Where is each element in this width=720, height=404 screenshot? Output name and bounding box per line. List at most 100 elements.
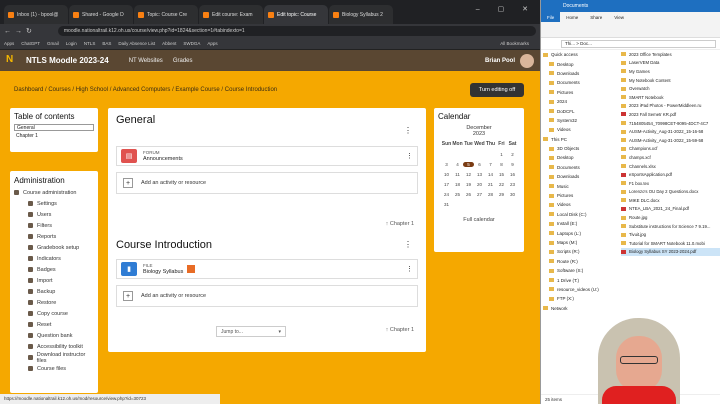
calendar-day[interactable]: 30 bbox=[507, 192, 518, 197]
calendar-day[interactable]: 14 bbox=[485, 172, 496, 177]
explorer-nav-item[interactable]: Software (S:) bbox=[541, 266, 619, 275]
bookmark-item[interactable]: BAS bbox=[102, 41, 111, 46]
explorer-nav-item[interactable]: 3D Objects bbox=[541, 144, 619, 153]
calendar-day[interactable]: 4 bbox=[452, 162, 463, 167]
calendar-day[interactable]: 20 bbox=[474, 182, 485, 187]
explorer-nav-item[interactable]: Install (E:) bbox=[541, 219, 619, 228]
explorer-file-item[interactable]: Route.jpg bbox=[621, 213, 720, 222]
admin-item[interactable]: Gradebook setup bbox=[14, 242, 94, 253]
admin-item[interactable]: Accessibility toolkit bbox=[14, 341, 94, 352]
calendar-day[interactable]: 31 bbox=[441, 202, 452, 207]
explorer-nav-item[interactable]: Downloads bbox=[541, 69, 619, 78]
explorer-file-item[interactable]: 2023 Office Templates bbox=[621, 50, 720, 59]
explorer-nav-item[interactable]: Downloads bbox=[541, 172, 619, 181]
calendar-day[interactable]: 17 bbox=[441, 182, 452, 187]
toc-item-chapter[interactable]: Chapter 1 bbox=[14, 133, 94, 139]
explorer-file-item[interactable]: Tivuit.jpg bbox=[621, 230, 720, 239]
explorer-nav-item[interactable]: 2024 bbox=[541, 97, 619, 106]
admin-item[interactable]: Users bbox=[14, 209, 94, 220]
site-logo-icon[interactable]: N bbox=[6, 54, 22, 68]
browser-tab[interactable]: Inbox (1) - bpool@ bbox=[4, 5, 68, 24]
calendar-day[interactable]: 10 bbox=[441, 172, 452, 177]
calendar-day[interactable]: 27 bbox=[474, 192, 485, 197]
explorer-nav-item[interactable]: Desktop bbox=[541, 59, 619, 68]
bookmark-item[interactable]: Apps bbox=[207, 41, 217, 46]
admin-item[interactable]: Course administration bbox=[14, 187, 94, 198]
calendar-day[interactable]: 23 bbox=[507, 182, 518, 187]
explorer-file-item[interactable]: MIKE DLC.docx bbox=[621, 196, 720, 205]
section-title-general[interactable]: General bbox=[116, 114, 418, 126]
explorer-nav-item[interactable]: resource_videos (U:) bbox=[541, 285, 619, 294]
admin-item[interactable]: Badges bbox=[14, 264, 94, 275]
menu-nt-websites[interactable]: NT Websites bbox=[129, 58, 163, 64]
calendar-day[interactable]: 9 bbox=[507, 162, 518, 167]
bookmark-item[interactable]: NTLS bbox=[84, 41, 96, 46]
section-title-course-introduction[interactable]: Course Introduction bbox=[116, 239, 212, 251]
explorer-file-item[interactable]: eSportsApplication.pdf bbox=[621, 170, 720, 179]
bookmark-item[interactable]: ChatGPT bbox=[21, 41, 40, 46]
all-bookmarks[interactable]: All Bookmarks bbox=[500, 41, 529, 46]
section-menu-icon[interactable]: ⋮ bbox=[404, 240, 412, 249]
explorer-file-item[interactable]: Biology Syllabus SY 2023-2024.pdf bbox=[621, 247, 720, 257]
tab-file[interactable]: File bbox=[541, 12, 561, 22]
full-calendar-link[interactable]: Full calendar bbox=[438, 217, 520, 223]
explorer-file-item[interactable]: Substitute instructions for Science 7 9.… bbox=[621, 222, 720, 231]
explorer-nav-item[interactable]: Local Disk (C:) bbox=[541, 210, 619, 219]
activity-menu-icon[interactable]: ⋮ bbox=[406, 265, 413, 273]
next-chapter-link[interactable]: ↑ Chapter 1 bbox=[386, 327, 414, 333]
explorer-nav-item[interactable]: Pictures bbox=[541, 191, 619, 200]
user-menu[interactable]: Brian Pool bbox=[485, 53, 534, 68]
bookmark-item[interactable]: SWDGA bbox=[183, 41, 200, 46]
admin-item[interactable]: Import bbox=[14, 275, 94, 286]
explorer-file-item[interactable]: AUSM-Activity_Aug-31-2022_15-59-58 bbox=[621, 136, 720, 145]
toc-item-general[interactable]: General bbox=[14, 124, 94, 131]
forward-arrow-icon[interactable]: → bbox=[15, 28, 22, 35]
add-activity-button[interactable]: + Add an activity or resource bbox=[116, 172, 418, 194]
bookmark-item[interactable]: Login bbox=[66, 41, 77, 46]
explorer-file-item[interactable]: AUSM-Activity_Aug-31-2022_15-16-58 bbox=[621, 127, 720, 136]
explorer-file-item[interactable]: LaserVEM Data bbox=[621, 59, 720, 68]
calendar-day[interactable]: 15 bbox=[496, 172, 507, 177]
section-menu-icon[interactable]: ⋮ bbox=[404, 126, 412, 135]
tab-view[interactable]: View bbox=[608, 15, 630, 20]
add-activity-button[interactable]: + Add an activity or resource bbox=[116, 285, 418, 307]
explorer-nav-item[interactable]: Documents bbox=[541, 78, 619, 87]
explorer-file-item[interactable]: Champions.xcf bbox=[621, 145, 720, 154]
admin-item[interactable]: Indicators bbox=[14, 253, 94, 264]
next-chapter-link[interactable]: ↑ Chapter 1 bbox=[386, 221, 414, 227]
admin-item[interactable]: Course files bbox=[14, 363, 94, 374]
jump-to-select[interactable]: Jump to... ▾ bbox=[216, 326, 286, 337]
admin-item[interactable]: Reset bbox=[14, 319, 94, 330]
explorer-nav-item[interactable]: Videos bbox=[541, 200, 619, 209]
explorer-nav-item[interactable]: 1 Drive (T:) bbox=[541, 275, 619, 284]
tab-share[interactable]: Share bbox=[584, 15, 608, 20]
calendar-day[interactable]: 18 bbox=[452, 182, 463, 187]
admin-item[interactable]: Question bank bbox=[14, 330, 94, 341]
explorer-nav-item[interactable]: Videos bbox=[541, 125, 619, 134]
explorer-nav-item[interactable]: Pictures bbox=[541, 88, 619, 97]
explorer-file-item[interactable]: Tutorial for SMART Notebook 11.0.mobi bbox=[621, 239, 720, 248]
bookmark-item[interactable]: Gmail bbox=[47, 41, 59, 46]
browser-tab[interactable]: Biology Syllabus 2 bbox=[329, 5, 393, 24]
back-arrow-icon[interactable]: ← bbox=[4, 28, 11, 35]
calendar-day[interactable]: 22 bbox=[496, 182, 507, 187]
calendar-day[interactable]: 12 bbox=[463, 172, 474, 177]
explorer-file-item[interactable]: NTEA_LBA_2021_24_Final.pdf bbox=[621, 205, 720, 214]
calendar-day[interactable]: 19 bbox=[463, 182, 474, 187]
explorer-nav-item[interactable]: Laptops (L:) bbox=[541, 228, 619, 237]
explorer-file-item[interactable]: Overwatch bbox=[621, 84, 720, 93]
edit-pencil-icon[interactable] bbox=[187, 265, 196, 273]
explorer-file-item[interactable]: 2023 Fall Semetr KR.pdf bbox=[621, 110, 720, 119]
explorer-nav-item[interactable]: Route (R:) bbox=[541, 257, 619, 266]
explorer-nav-item[interactable]: Documents bbox=[541, 163, 619, 172]
browser-tab[interactable]: Topic: Course Cre bbox=[134, 5, 198, 24]
explorer-nav-item[interactable]: Quick access bbox=[541, 50, 619, 59]
calendar-day[interactable]: 26 bbox=[463, 192, 474, 197]
explorer-file-item[interactable]: My Notebook Content bbox=[621, 76, 720, 85]
explorer-nav-item[interactable]: This PC bbox=[541, 135, 619, 144]
activity-name[interactable]: Announcements bbox=[143, 156, 183, 163]
calendar-day[interactable]: 1 bbox=[496, 152, 507, 157]
activity-name[interactable]: Biology Syllabus bbox=[143, 269, 183, 276]
admin-item[interactable]: Download instructor files bbox=[14, 352, 94, 364]
admin-item[interactable]: Copy course bbox=[14, 308, 94, 319]
